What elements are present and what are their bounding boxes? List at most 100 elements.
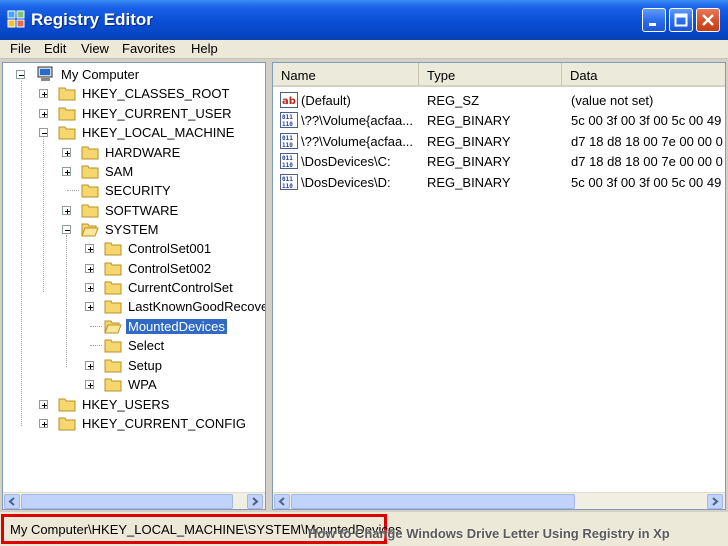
folder-icon xyxy=(104,300,122,314)
value-name: \DosDevices\C: xyxy=(301,154,391,169)
close-icon xyxy=(702,14,714,26)
tree-label: ControlSet001 xyxy=(128,241,212,256)
value-type: REG_BINARY xyxy=(427,113,511,128)
tree-node-my-computer[interactable]: My Computer xyxy=(3,65,263,84)
tree-node-security[interactable]: SECURITY xyxy=(3,181,263,200)
expand-icon[interactable] xyxy=(62,206,71,215)
tree-node-system[interactable]: SYSTEM xyxy=(3,220,263,239)
registry-values-pane[interactable]: Name Type Data ab (Default) REG_SZ (valu… xyxy=(272,62,726,510)
folder-icon xyxy=(104,359,122,373)
collapse-icon[interactable] xyxy=(62,225,71,234)
tree-horizontal-scrollbar[interactable] xyxy=(3,492,265,509)
tree-node-hkcr[interactable]: HKEY_CLASSES_ROOT xyxy=(3,84,263,103)
value-row[interactable]: 011 110 \DosDevices\D: REG_BINARY 5c 00 3… xyxy=(273,172,725,192)
tree-label: HKEY_USERS xyxy=(82,397,170,412)
folder-icon xyxy=(58,87,76,101)
scroll-left-button[interactable] xyxy=(4,494,20,509)
folder-icon xyxy=(81,204,99,218)
tree-node-controlset001[interactable]: ControlSet001 xyxy=(3,239,263,258)
tree-node-currentcontrolset[interactable]: CurrentControlSet xyxy=(3,278,263,297)
binary-value-icon: 011110 xyxy=(280,174,298,190)
value-row[interactable]: 011 110 \??\Volume{acfaa... REG_BINARY 5c… xyxy=(273,110,725,130)
arrow-right-icon xyxy=(252,497,259,506)
value-row[interactable]: 011 110 \DosDevices\C: REG_BINARY d7 18 d… xyxy=(273,151,725,171)
tree-label: HARDWARE xyxy=(105,145,181,160)
scroll-right-button[interactable] xyxy=(707,494,723,509)
value-row[interactable]: ab (Default) REG_SZ (value not set) xyxy=(273,90,725,110)
menu-edit[interactable]: Edit xyxy=(44,41,66,56)
expand-icon[interactable] xyxy=(85,244,94,253)
tree-node-software[interactable]: SOFTWARE xyxy=(3,201,263,220)
menu-help[interactable]: Help xyxy=(191,41,218,56)
tree-label: My Computer xyxy=(61,67,140,82)
tree-node-controlset002[interactable]: ControlSet002 xyxy=(3,259,263,278)
close-button[interactable] xyxy=(696,8,720,32)
minimize-button[interactable] xyxy=(642,8,666,32)
expand-icon[interactable] xyxy=(62,148,71,157)
value-name: \??\Volume{acfaa... xyxy=(301,134,414,149)
menu-view[interactable]: View xyxy=(81,41,109,56)
tree-label: HKEY_LOCAL_MACHINE xyxy=(82,125,235,140)
expand-icon[interactable] xyxy=(85,361,94,370)
tree-label-selected: MountedDevices xyxy=(126,319,227,334)
svg-text:ab: ab xyxy=(282,96,296,107)
expand-icon[interactable] xyxy=(85,380,94,389)
tree-node-sam[interactable]: SAM xyxy=(3,162,263,181)
tree-label: SECURITY xyxy=(105,183,171,198)
expand-icon[interactable] xyxy=(85,264,94,273)
tree-label: SOFTWARE xyxy=(105,203,179,218)
value-type: REG_BINARY xyxy=(427,175,511,190)
folder-icon xyxy=(104,281,122,295)
tree-node-hkcu[interactable]: HKEY_CURRENT_USER xyxy=(3,104,263,123)
registry-tree-pane[interactable]: My Computer HKEY_CLASSES_ROOT HKEY_CURRE… xyxy=(2,62,266,510)
scroll-thumb[interactable] xyxy=(291,494,575,509)
tree-node-hkcc[interactable]: HKEY_CURRENT_CONFIG xyxy=(3,414,263,433)
tree-label: CurrentControlSet xyxy=(128,280,233,295)
expand-icon[interactable] xyxy=(39,109,48,118)
tree-node-hklm[interactable]: HKEY_LOCAL_MACHINE xyxy=(3,123,263,142)
expand-icon[interactable] xyxy=(39,400,48,409)
tree-node-setup[interactable]: Setup xyxy=(3,356,263,375)
expand-icon[interactable] xyxy=(62,167,71,176)
expand-icon[interactable] xyxy=(39,419,48,428)
collapse-icon[interactable] xyxy=(39,128,48,137)
folder-icon xyxy=(58,398,76,412)
value-data: (value not set) xyxy=(571,93,654,108)
expand-icon[interactable] xyxy=(85,283,94,292)
menu-favorites[interactable]: Favorites xyxy=(122,41,175,56)
expand-icon[interactable] xyxy=(39,89,48,98)
tree-line xyxy=(67,190,79,191)
tree-node-hardware[interactable]: HARDWARE xyxy=(3,143,263,162)
binary-value-icon: 011110 xyxy=(280,133,298,149)
tree-node-lastknowngood[interactable]: LastKnownGoodRecove xyxy=(3,297,266,316)
folder-icon xyxy=(81,165,99,179)
scroll-right-button[interactable] xyxy=(247,494,263,509)
tree-label: LastKnownGoodRecove xyxy=(128,299,266,314)
column-header-type[interactable]: Type xyxy=(419,63,562,87)
tree-node-mounteddevices[interactable]: MountedDevices xyxy=(3,317,263,336)
scroll-left-button[interactable] xyxy=(274,494,290,509)
binary-value-icon: 011110 xyxy=(280,153,298,169)
value-data: 5c 00 3f 00 3f 00 5c 00 49 xyxy=(571,113,722,128)
tree-node-select[interactable]: Select xyxy=(3,336,263,355)
column-header-name[interactable]: Name xyxy=(273,63,419,87)
folder-icon xyxy=(58,417,76,431)
column-header-data[interactable]: Data xyxy=(562,63,725,87)
status-bar: My Computer\HKEY_LOCAL_MACHINE\SYSTEM\Mo… xyxy=(0,512,728,546)
values-horizontal-scrollbar[interactable] xyxy=(273,492,725,509)
collapse-icon[interactable] xyxy=(16,70,25,79)
value-name: (Default) xyxy=(301,93,351,108)
title-bar[interactable]: Registry Editor xyxy=(0,0,728,40)
tree-node-hku[interactable]: HKEY_USERS xyxy=(3,395,263,414)
tree-node-wpa[interactable]: WPA xyxy=(3,375,263,394)
expand-icon[interactable] xyxy=(85,302,94,311)
value-row[interactable]: 011 110 \??\Volume{acfaa... REG_BINARY d7… xyxy=(273,131,725,151)
scroll-thumb[interactable] xyxy=(21,494,233,509)
svg-text:011: 011 xyxy=(282,135,293,142)
tree-line xyxy=(90,326,102,327)
folder-open-icon xyxy=(81,223,99,237)
maximize-button[interactable] xyxy=(669,8,693,32)
tree-label: ControlSet002 xyxy=(128,261,212,276)
menu-file[interactable]: File xyxy=(10,41,31,56)
tree-line xyxy=(90,345,102,346)
